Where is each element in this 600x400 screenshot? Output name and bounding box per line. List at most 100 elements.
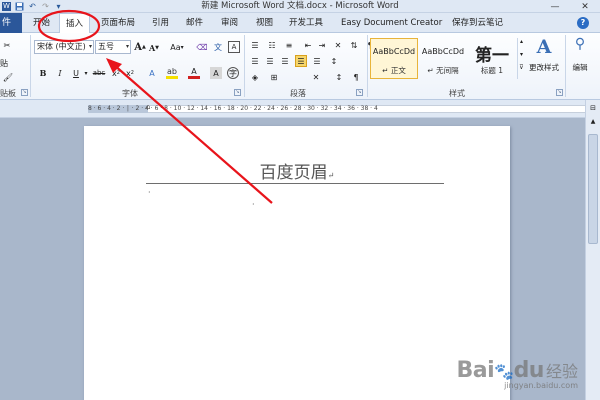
paragraph-group-label: 段落 [290, 89, 306, 98]
increase-indent-icon[interactable]: ⇥ [316, 39, 328, 51]
style-no-spacing[interactable]: AaBbCcDd ↵ 无间隔 [419, 38, 467, 79]
ruler-numbers: 8 · 6 · 4 · 2 · │ · 2 · 4 · 6 · 8 · 10 ·… [88, 105, 378, 112]
paw-icon: 🐾 [494, 362, 514, 381]
scroll-up-icon[interactable]: ▲ [586, 118, 600, 125]
superscript-button[interactable]: x2 [124, 67, 136, 79]
text-effects-icon[interactable]: A [146, 67, 158, 79]
baidu-jingyan-watermark: Bai🐾du 经验 jingyan.baidu.com [456, 358, 578, 390]
chevron-down-icon: ▾ [125, 43, 129, 50]
group-separator [565, 35, 566, 97]
tab-save-to-cloud-notes[interactable]: 保存到云笔记 [452, 13, 503, 33]
cut-icon[interactable]: ✂ [1, 39, 13, 51]
document-page[interactable]: 百度页眉↵ · · [84, 126, 510, 400]
font-name-value: 宋体 (中文正) [37, 42, 86, 51]
align-right-icon[interactable]: ☰ [279, 55, 291, 67]
tab-easy-document-creator[interactable]: Easy Document Creator [341, 13, 442, 33]
font-name-combo[interactable]: 宋体 (中文正) ▾ [34, 40, 94, 54]
style-heading-1[interactable]: 第一 标题 1 [468, 38, 516, 79]
change-styles-button[interactable]: A 更改样式 [528, 36, 560, 80]
close-button[interactable]: ✕ [570, 0, 600, 13]
font-group-label: 字体 [122, 89, 138, 98]
group-separator [367, 35, 368, 97]
tab-file[interactable]: 件 [0, 13, 22, 33]
strikethrough-button[interactable]: abc [92, 67, 106, 79]
character-shading-icon[interactable]: A [210, 67, 222, 79]
ribbon-tab-row: 件 开始 插入 页面布局 引用 邮件 审阅 视图 开发工具 Easy Docum… [0, 13, 600, 34]
paragraph-mark: · [148, 188, 151, 197]
clipboard-launcher-icon[interactable]: ↘ [21, 89, 28, 96]
sort-icon[interactable]: ⇅ [348, 39, 360, 51]
vertical-scrollbar[interactable]: ⊟ ▲ [585, 100, 600, 400]
justify-icon[interactable]: ☰ [295, 55, 307, 67]
shading-icon[interactable]: ◈ [249, 71, 261, 83]
help-icon[interactable]: ? [577, 17, 589, 29]
italic-button[interactable]: I [54, 67, 66, 79]
tab-home[interactable]: 开始 [33, 13, 50, 33]
clear-formatting-icon[interactable]: ⌫ [196, 41, 208, 53]
align-left-icon[interactable]: ☰ [249, 55, 261, 67]
view-ruler-icon[interactable]: ⊟ [586, 104, 600, 112]
gallery-more-icon[interactable]: ⊽ [518, 64, 525, 71]
chevron-down-icon[interactable]: ▾ [518, 51, 525, 58]
page-header-text[interactable]: 百度页眉↵ [84, 158, 510, 183]
paste-label[interactable]: 贴 [0, 58, 8, 69]
styles-group-label: 样式 [449, 89, 465, 98]
borders-icon[interactable]: ⊞ [268, 71, 280, 83]
sort-ascending-icon[interactable]: ↕ [333, 71, 345, 83]
font-color-icon[interactable]: A [188, 67, 200, 79]
clipboard-group-label: 贴板 [0, 89, 16, 98]
font-size-value: 五号 [98, 42, 114, 51]
watermark-cn: 经验 [545, 362, 578, 381]
change-styles-icon: A [536, 36, 552, 58]
minimize-button[interactable]: — [540, 0, 570, 13]
tab-insert[interactable]: 插入 [59, 13, 91, 34]
binoculars-icon: ⚲ [574, 36, 586, 52]
styles-gallery-scroll[interactable]: ▴ ▾ ⊽ [517, 38, 525, 79]
distributed-icon[interactable]: ☰ [311, 55, 323, 67]
chevron-down-icon[interactable]: ▾ [80, 67, 92, 79]
grow-font-icon[interactable]: A ▲ [134, 41, 146, 53]
tab-developer[interactable]: 开发工具 [289, 13, 323, 33]
header-underline [146, 183, 444, 184]
align-center-icon[interactable]: ☰ [264, 55, 276, 67]
style-normal[interactable]: AaBbCcDd ↵ 正文 [370, 38, 418, 79]
tab-references[interactable]: 引用 [152, 13, 169, 33]
highlight-color-icon[interactable]: ab [166, 67, 178, 79]
tab-mailings[interactable]: 邮件 [186, 13, 203, 33]
multilevel-list-icon[interactable]: ≡ [283, 39, 295, 51]
paragraph-launcher-icon[interactable]: ↘ [356, 89, 363, 96]
font-size-combo[interactable]: 五号 ▾ [95, 40, 131, 54]
scroll-thumb[interactable] [588, 134, 598, 244]
styles-launcher-icon[interactable]: ↘ [556, 89, 563, 96]
chinese-layout-icon[interactable]: ✕ [332, 39, 344, 51]
horizontal-ruler[interactable]: 8 · 6 · 4 · 2 · │ · 2 · 4 · 6 · 8 · 10 ·… [0, 100, 600, 118]
indent-marker-icon[interactable]: ⌂ [146, 103, 150, 111]
change-case-icon[interactable]: Aa ▾ [168, 41, 186, 53]
character-border-icon[interactable]: A [228, 41, 240, 53]
shrink-font-icon[interactable]: A ▼ [148, 42, 160, 54]
paragraph-mark-icon[interactable]: ¶ [350, 71, 362, 83]
tab-page-layout[interactable]: 页面布局 [101, 13, 135, 33]
phonetic-guide-icon[interactable]: 文 [212, 41, 224, 53]
decrease-indent-icon[interactable]: ⇤ [302, 39, 314, 51]
subscript-button[interactable]: x2 [110, 67, 122, 79]
enclose-characters-icon[interactable]: 字 [227, 67, 239, 79]
format-painter-icon[interactable]: 🖌 [2, 71, 14, 83]
group-separator [30, 35, 31, 97]
text-cursor: · [252, 200, 255, 209]
asian-layout-icon[interactable]: ✕ [310, 71, 322, 83]
group-separator [244, 35, 245, 97]
bold-button[interactable]: B [37, 67, 49, 79]
tab-review[interactable]: 审阅 [221, 13, 238, 33]
chevron-up-icon[interactable]: ▴ [518, 38, 525, 45]
bullets-icon[interactable]: ☰ [249, 39, 261, 51]
line-spacing-icon[interactable]: ↕ [328, 55, 340, 67]
numbering-icon[interactable]: ☷ [266, 39, 278, 51]
editing-button[interactable]: ⚲ 编辑 [568, 36, 592, 80]
watermark-brand: Bai🐾du [456, 358, 544, 383]
chevron-down-icon: ▾ [88, 43, 92, 50]
ribbon: ✂ 贴 🖌 贴板 ↘ 宋体 (中文正) ▾ 五号 ▾ A ▲ A ▼ Aa ▾ ⌫ 文… [0, 33, 600, 100]
tab-view[interactable]: 视图 [256, 13, 273, 33]
font-launcher-icon[interactable]: ↘ [234, 89, 241, 96]
window-title: 新建 Microsoft Word 文档.docx - Microsoft Wo… [201, 1, 399, 11]
